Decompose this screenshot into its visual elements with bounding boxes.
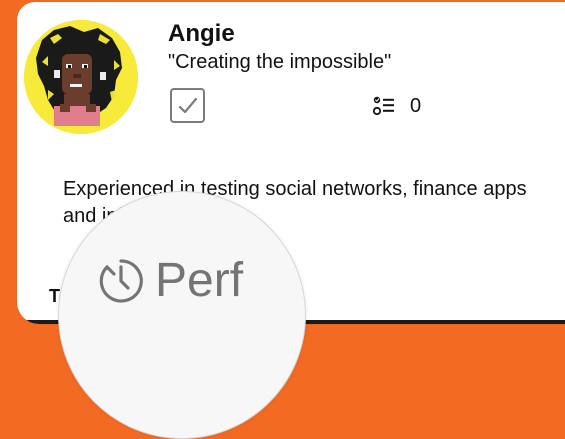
timer-icon [99, 259, 143, 303]
profile-tagline: "Creating the impossible" [168, 51, 392, 73]
avatar [24, 20, 138, 134]
perf-chip[interactable]: Perf [97, 257, 243, 305]
perf-label: Perf [155, 254, 244, 307]
checklist-icon [372, 96, 394, 116]
task-count-value: 0 [410, 94, 422, 117]
profile-name: Angie [168, 20, 235, 47]
task-count[interactable]: 0 [372, 94, 421, 118]
check-button[interactable] [170, 88, 205, 123]
checkbox-check-icon [178, 97, 198, 114]
magnifier-loupe: Perf [58, 191, 306, 439]
